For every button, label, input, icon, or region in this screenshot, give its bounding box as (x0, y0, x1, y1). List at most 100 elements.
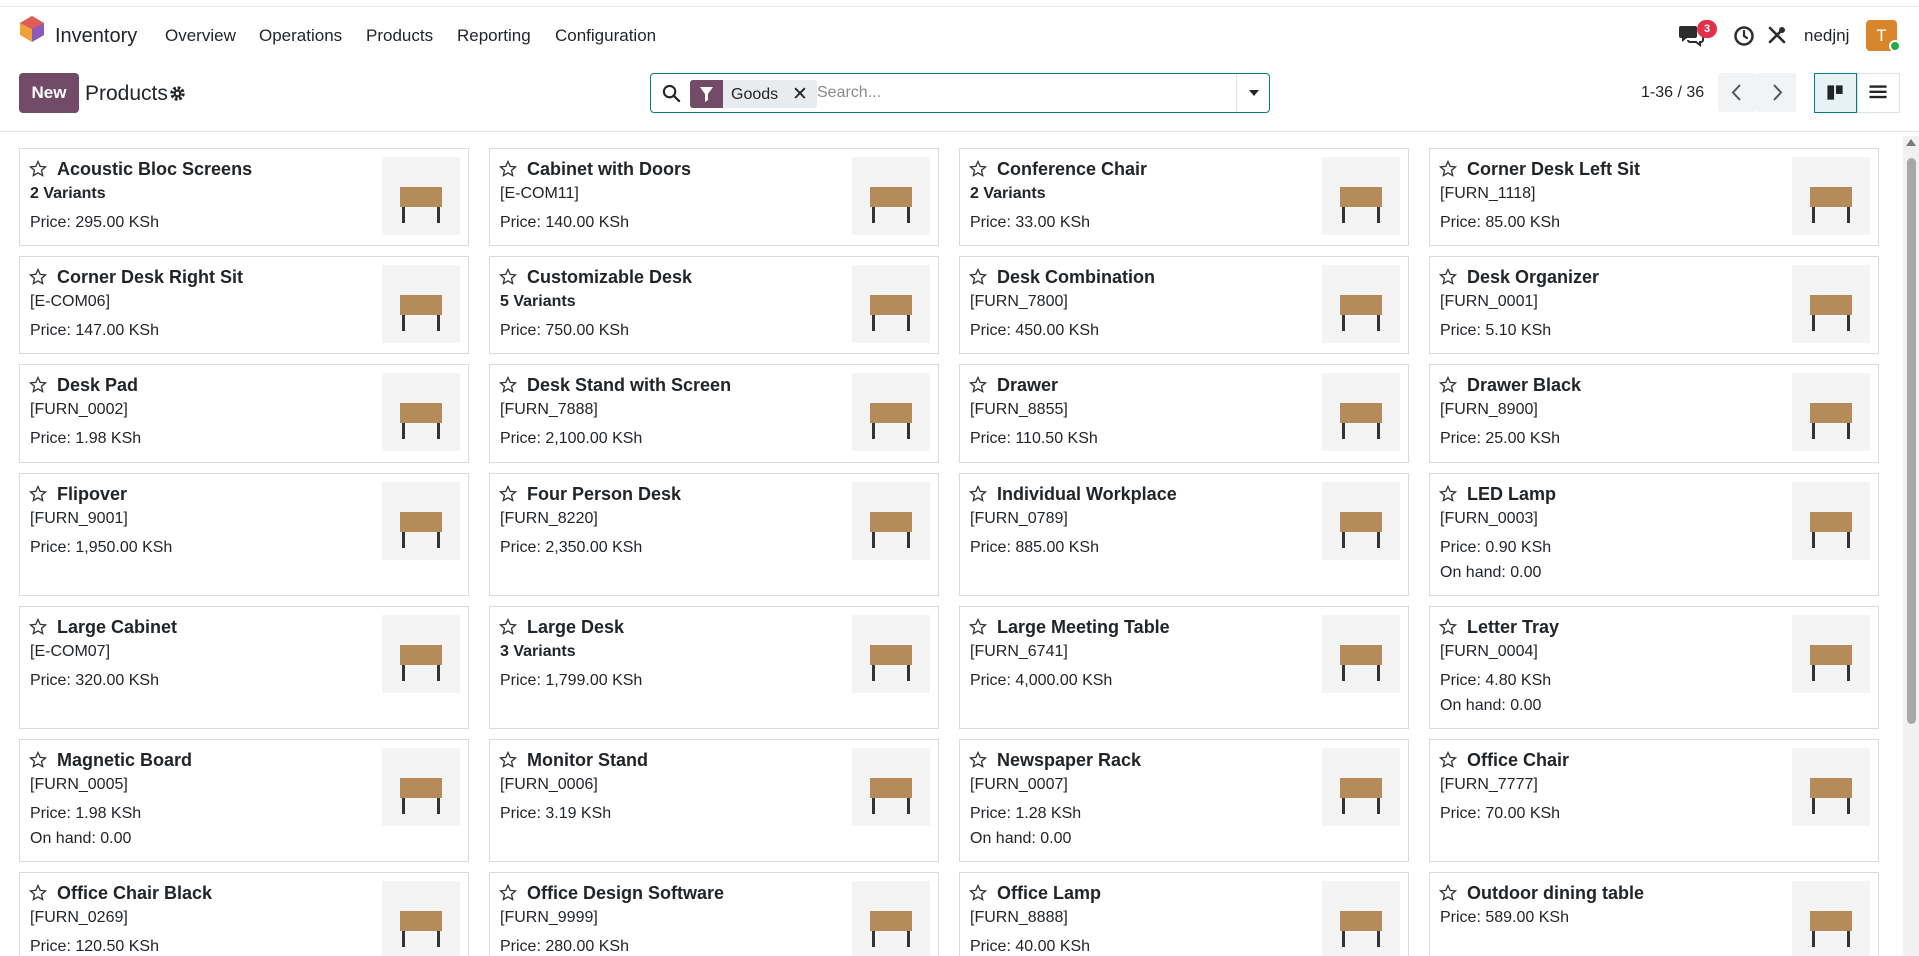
product-card[interactable]: Customizable Desk 5 Variants Price: 750.00… (489, 256, 939, 354)
product-name: Drawer Black (1467, 375, 1582, 395)
favorite-star-icon[interactable] (28, 484, 48, 503)
product-name: Cabinet with Doors (527, 159, 692, 179)
filter-remove-button[interactable]: ✕ (792, 83, 808, 106)
product-card[interactable]: Desk Pad [FURN_0002] Price: 1.98 KSh (19, 364, 469, 463)
product-on-hand: On hand: 0.00 (1440, 697, 1542, 714)
scrollbar[interactable] (1903, 136, 1919, 956)
chevron-left-icon (1731, 84, 1741, 101)
product-name: Desk Organizer (1467, 267, 1600, 287)
product-card[interactable]: Conference Chair 2 Variants Price: 33.00 K… (959, 148, 1409, 246)
favorite-star-icon[interactable] (498, 883, 518, 902)
favorite-star-icon[interactable] (1438, 617, 1458, 636)
favorite-star-icon[interactable] (498, 750, 518, 769)
product-card[interactable]: Drawer [FURN_8855] Price: 110.50 KSh (959, 364, 1409, 463)
search-options-toggle[interactable] (1236, 74, 1270, 112)
product-card[interactable]: Newspaper Rack [FURN_0007] Price: 1.28 KSh… (959, 739, 1409, 862)
favorite-star-icon[interactable] (28, 159, 48, 178)
favorite-star-icon[interactable] (968, 267, 988, 286)
product-card[interactable]: Magnetic Board [FURN_0005] Price: 1.98 KSh… (19, 739, 469, 862)
product-card[interactable]: Office Lamp [FURN_8888] Price: 40.00 KSh (959, 872, 1409, 956)
product-card[interactable]: Corner Desk Left Sit [FURN_1118] Price: 85… (1429, 148, 1879, 246)
product-card[interactable]: Corner Desk Right Sit [E-COM06] Price: 147… (19, 256, 469, 354)
new-button[interactable]: New (19, 73, 79, 113)
product-card[interactable]: Office Design Software [FURN_9999] Price: … (489, 872, 939, 956)
scroll-up-arrow[interactable] (1906, 139, 1916, 146)
product-card[interactable]: Desk Combination [FURN_7800] Price: 450.00… (959, 256, 1409, 354)
menu-reporting[interactable]: Reporting (457, 26, 531, 46)
favorite-star-icon[interactable] (1438, 375, 1458, 394)
favorite-star-icon[interactable] (498, 375, 518, 394)
filter-icon (690, 80, 723, 108)
product-name: Corner Desk Right Sit (57, 267, 244, 287)
product-card[interactable]: Acoustic Bloc Screens 2 Variants Price: 29… (19, 148, 469, 246)
product-card[interactable]: Cabinet with Doors [E-COM11] Price: 140.00… (489, 148, 939, 246)
search-input[interactable] (817, 79, 1187, 107)
favorite-star-icon[interactable] (1438, 484, 1458, 503)
product-name: Office Design Software (527, 883, 725, 903)
favorite-star-icon[interactable] (1438, 267, 1458, 286)
menu-overview[interactable]: Overview (165, 26, 236, 46)
product-card[interactable]: Four Person Desk [FURN_8220] Price: 2,350.… (489, 473, 939, 596)
favorite-star-icon[interactable] (968, 750, 988, 769)
product-reference: [FURN_0007] (970, 776, 1068, 793)
favorite-star-icon[interactable] (498, 617, 518, 636)
favorite-star-icon[interactable] (28, 267, 48, 286)
favorite-star-icon[interactable] (1438, 159, 1458, 178)
favorite-star-icon[interactable] (1438, 883, 1458, 902)
favorite-star-icon[interactable] (968, 159, 988, 178)
product-card[interactable]: Monitor Stand [FURN_0006] Price: 3.19 KSh (489, 739, 939, 862)
favorite-star-icon[interactable] (968, 617, 988, 636)
product-name: Acoustic Bloc Screens (57, 159, 253, 179)
product-card[interactable]: Office Chair Black [FURN_0269] Price: 120.… (19, 872, 469, 956)
favorite-star-icon[interactable] (28, 750, 48, 769)
gear-icon[interactable] (169, 85, 186, 102)
product-price: Price: 110.50 KSh (970, 430, 1098, 447)
scrollbar-thumb[interactable] (1907, 158, 1916, 724)
product-price: Price: 750.00 KSh (500, 322, 629, 339)
product-card[interactable]: Drawer Black [FURN_8900] Price: 25.00 KSh (1429, 364, 1879, 463)
kanban-view-button[interactable] (1814, 73, 1857, 113)
favorite-star-icon[interactable] (968, 375, 988, 394)
product-name: Large Desk (527, 617, 625, 637)
favorite-star-icon[interactable] (968, 484, 988, 503)
product-name: Flipover (57, 484, 128, 504)
list-view-button[interactable] (1857, 73, 1900, 113)
product-card[interactable]: Desk Stand with Screen [FURN_7888] Price: … (489, 364, 939, 463)
pager-previous-button[interactable] (1718, 73, 1757, 112)
pager-next-button[interactable] (1757, 73, 1796, 112)
favorite-star-icon[interactable] (28, 617, 48, 636)
favorite-star-icon[interactable] (1438, 750, 1458, 769)
user-name[interactable]: nedjnj (1804, 26, 1849, 46)
menu-configuration[interactable]: Configuration (555, 26, 656, 46)
favorite-star-icon[interactable] (498, 267, 518, 286)
product-card[interactable]: Individual Workplace [FURN_0789] Price: 88… (959, 473, 1409, 596)
favorite-star-icon[interactable] (28, 883, 48, 902)
favorite-star-icon[interactable] (968, 883, 988, 902)
menu-products[interactable]: Products (366, 26, 433, 46)
product-name: Large Meeting Table (997, 617, 1170, 637)
clock-icon[interactable] (1733, 25, 1755, 47)
product-card[interactable]: LED Lamp [FURN_0003] Price: 0.90 KSh On han… (1429, 473, 1879, 596)
product-card[interactable]: Large Cabinet [E-COM07] Price: 320.00 KSh (19, 606, 469, 729)
product-card[interactable]: Outdoor dining table Price: 589.00 KSh (1429, 872, 1879, 956)
product-name: LED Lamp (1467, 484, 1557, 504)
menu-operations[interactable]: Operations (259, 26, 342, 46)
pager-value[interactable]: 1-36 / 36 (1641, 84, 1704, 102)
product-card[interactable]: Large Meeting Table [FURN_6741] Price: 4,0… (959, 606, 1409, 729)
product-price: Price: 3.19 KSh (500, 805, 612, 822)
inventory-app-logo[interactable] (20, 16, 44, 42)
favorite-star-icon[interactable] (28, 375, 48, 394)
product-reference: [FURN_0001] (1440, 293, 1538, 310)
product-card[interactable]: Letter Tray [FURN_0004] Price: 4.80 KSh On … (1429, 606, 1879, 729)
favorite-star-icon[interactable] (498, 159, 518, 178)
page-title[interactable]: Products (85, 82, 168, 106)
tools-icon[interactable] (1767, 25, 1787, 45)
product-reference: [FURN_8888] (970, 909, 1068, 926)
product-card[interactable]: Desk Organizer [FURN_0001] Price: 5.10 KSh (1429, 256, 1879, 354)
search-icon[interactable] (662, 84, 681, 103)
product-card[interactable]: Office Chair [FURN_7777] Price: 70.00 KSh (1429, 739, 1879, 862)
app-name[interactable]: Inventory (55, 25, 137, 48)
favorite-star-icon[interactable] (498, 484, 518, 503)
product-card[interactable]: Large Desk 3 Variants Price: 1,799.00 KSh (489, 606, 939, 729)
product-card[interactable]: Flipover [FURN_9001] Price: 1,950.00 KSh (19, 473, 469, 596)
